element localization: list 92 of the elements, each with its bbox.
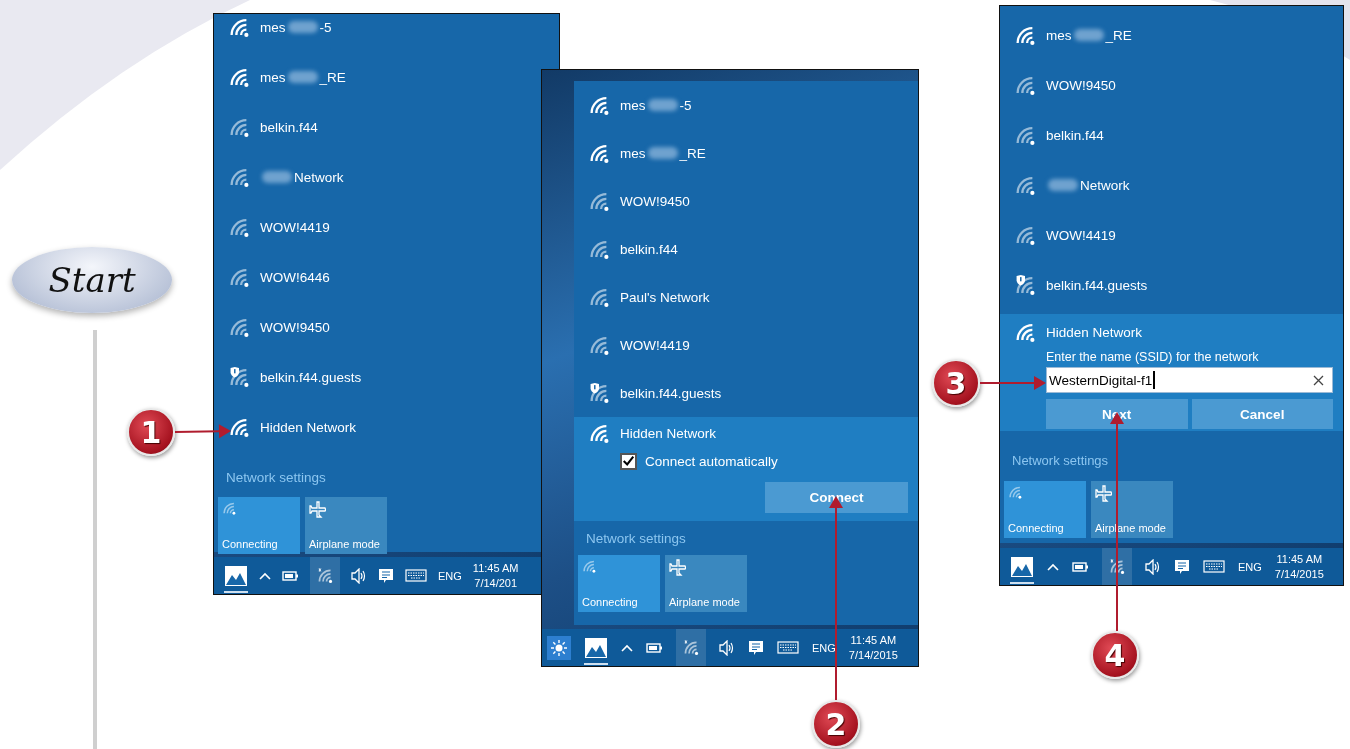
network-name[interactable]: WOW!6446 (260, 269, 330, 285)
network-name[interactable]: belkin.f44.guests (1046, 277, 1148, 293)
clock-time[interactable]: 11:45 AM (850, 632, 897, 648)
wifi-icon (1014, 322, 1036, 342)
airplane-icon (669, 559, 686, 576)
network-name[interactable]: -5 (319, 19, 332, 35)
network-name[interactable]: -5 (679, 97, 692, 113)
clock-time[interactable]: 11:45 AM (1276, 551, 1323, 567)
network-settings-link[interactable]: Network settings (226, 452, 326, 488)
connect-button[interactable]: Connect (765, 482, 908, 513)
network-name[interactable]: WOW!4419 (260, 219, 330, 235)
speaker-icon (1145, 558, 1161, 575)
network-name[interactable]: WOW!9450 (620, 193, 690, 209)
network-name[interactable]: mes (260, 69, 286, 85)
battery-icon (282, 570, 299, 581)
sun-icon (551, 639, 567, 656)
network-name[interactable]: mes (620, 145, 646, 161)
clock-date[interactable]: 7/14/201 (474, 575, 518, 591)
network-name[interactable]: WOW!9450 (1046, 77, 1116, 93)
network-name[interactable]: _RE (679, 145, 706, 161)
speaker-icon (351, 567, 367, 584)
network-name[interactable]: belkin.f44 (260, 119, 318, 135)
wifi-icon (683, 640, 699, 655)
language-indicator[interactable]: ENG (438, 569, 462, 582)
wifi-icon (1109, 559, 1125, 574)
chevron-up-icon (621, 642, 633, 653)
wifi-icon (588, 423, 610, 443)
network-name[interactable]: mes (260, 19, 286, 35)
ssid-input-field[interactable]: WesternDigital-f1 (1046, 367, 1333, 393)
network-settings-link[interactable]: Network settings (1012, 431, 1109, 471)
battery-icon (646, 642, 663, 653)
network-name[interactable]: Hidden Network (260, 419, 357, 435)
checkbox-label: Connect automatically (645, 453, 778, 469)
network-name[interactable]: belkin.f44.guests (260, 369, 362, 385)
checkmark-icon (622, 454, 635, 468)
quick-action-tile[interactable]: Airplane mode (305, 497, 387, 554)
keyboard-icon (777, 641, 799, 654)
quick-action-tile[interactable]: Connecting (218, 497, 300, 554)
quick-action-tile[interactable]: Airplane mode (665, 555, 747, 612)
close-icon (1313, 374, 1324, 386)
clock-time[interactable]: 11:45 AM (472, 560, 519, 576)
brightness-button[interactable] (547, 635, 571, 660)
mountain-picture-icon (224, 564, 248, 587)
callout-arrow (979, 376, 1046, 390)
language-indicator[interactable]: ENG (1238, 560, 1262, 573)
network-name[interactable]: Paul's Network (620, 289, 710, 305)
language-indicator[interactable]: ENG (812, 641, 836, 654)
message-icon (378, 567, 394, 584)
message-icon (748, 639, 764, 656)
field-label: Enter the name (SSID) for the network (1045, 350, 1260, 364)
quick-action-tile[interactable]: Connecting (578, 555, 660, 612)
network-name[interactable]: Network (294, 169, 344, 185)
step-number-badge: 4 (1091, 631, 1139, 679)
keyboard-icon (405, 569, 427, 582)
network-name[interactable]: belkin.f44 (620, 241, 678, 257)
clock-date[interactable]: 7/14/2015 (848, 647, 898, 663)
chevron-up-icon (1047, 561, 1059, 572)
network-name[interactable]: WOW!9450 (260, 319, 330, 335)
step-number-badge: 1 (127, 408, 175, 456)
network-name[interactable]: Network (1080, 177, 1130, 193)
chevron-up-icon (259, 570, 271, 581)
network-name[interactable]: mes (1046, 27, 1072, 43)
mountain-picture-icon (584, 636, 608, 659)
speaker-icon (719, 639, 735, 656)
clock-date[interactable]: 7/14/2015 (1274, 566, 1324, 582)
step-number-badge: 2 (812, 700, 860, 748)
network-settings-link[interactable]: Network settings (586, 521, 686, 549)
quick-action-tile[interactable]: Connecting (1004, 481, 1086, 538)
network-name: Hidden Network (1046, 324, 1143, 340)
callout-arrow (174, 424, 231, 439)
wifi-icon (1008, 485, 1022, 499)
wifi-icon (317, 568, 333, 583)
network-name[interactable]: WOW!4419 (1046, 227, 1116, 243)
wifi-icon (582, 559, 596, 573)
checkbox[interactable] (620, 452, 637, 470)
airplane-icon (309, 501, 326, 518)
network-name[interactable]: belkin.f44.guests (620, 385, 722, 401)
keyboard-icon (1203, 560, 1225, 573)
mountain-picture-icon (1010, 555, 1034, 578)
message-icon (1174, 558, 1190, 575)
network-name[interactable]: _RE (1105, 27, 1132, 43)
network-name[interactable]: belkin.f44 (1046, 127, 1104, 143)
step-number-badge: 3 (932, 359, 980, 407)
airplane-icon (1095, 485, 1112, 502)
network-name[interactable]: _RE (319, 69, 346, 85)
battery-icon (1072, 561, 1089, 572)
start-badge: Start (12, 247, 172, 313)
network-name[interactable]: WOW!4419 (620, 337, 690, 353)
cancel-button[interactable]: Cancel (1191, 399, 1333, 429)
wifi-icon (222, 501, 236, 515)
network-name[interactable]: mes (620, 97, 646, 113)
network-name: Hidden Network (620, 425, 717, 441)
